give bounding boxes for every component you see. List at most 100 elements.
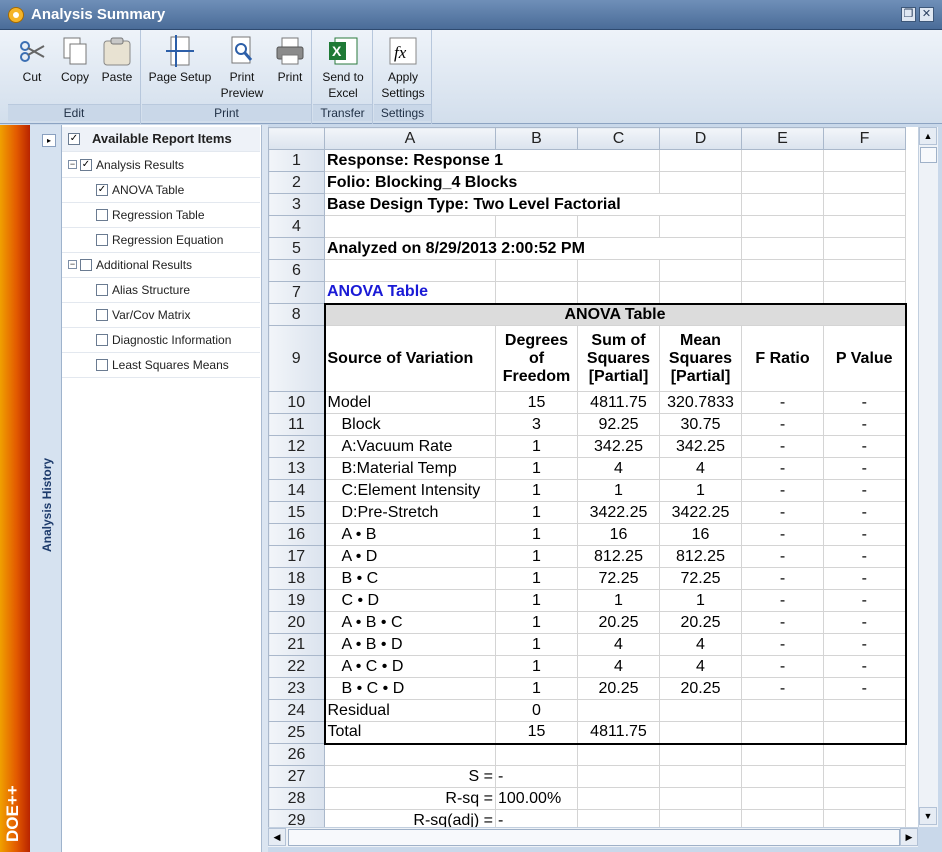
anova-cell[interactable]: 4811.75	[577, 391, 660, 414]
anova-cell[interactable]: 342.25	[659, 435, 742, 458]
cell[interactable]	[324, 743, 496, 766]
anova-cell[interactable]: 15	[495, 721, 578, 745]
cell[interactable]	[324, 215, 496, 238]
row-header[interactable]: 15	[268, 501, 325, 524]
anova-cell[interactable]: 1	[495, 589, 578, 612]
print-button[interactable]: Print	[270, 32, 310, 85]
anova-cell[interactable]: -	[823, 633, 907, 656]
anova-cell[interactable]: 4811.75	[577, 721, 660, 745]
anova-cell[interactable]: -	[741, 413, 824, 436]
anova-cell[interactable]: 3422.25	[577, 501, 660, 524]
anova-cell[interactable]: 1	[495, 435, 578, 458]
row-header[interactable]: 2	[268, 171, 325, 194]
horizontal-scrollbar[interactable]: ◀ ▶	[268, 827, 918, 847]
anova-cell[interactable]: -	[741, 677, 824, 700]
checkbox[interactable]	[96, 359, 108, 371]
header-checkbox[interactable]: ✓	[68, 133, 80, 145]
anova-cell[interactable]: -	[823, 567, 907, 590]
send-to-excel-button[interactable]: X Send to Excel	[317, 32, 369, 101]
tree-item-var-cov-matrix[interactable]: Var/Cov Matrix	[62, 303, 260, 328]
cell[interactable]	[577, 787, 660, 810]
cell[interactable]	[577, 809, 660, 827]
row-header[interactable]: 4	[268, 215, 325, 238]
cell[interactable]	[495, 259, 578, 282]
anova-cell[interactable]: Block	[323, 413, 496, 436]
row-header[interactable]: 17	[268, 545, 325, 568]
anova-cell[interactable]: A • C • D	[323, 655, 496, 678]
anova-cell[interactable]: 30.75	[659, 413, 742, 436]
vertical-scroll-thumb[interactable]	[920, 147, 937, 163]
anova-cell[interactable]: -	[823, 545, 907, 568]
cell[interactable]	[577, 259, 660, 282]
row-header[interactable]: 11	[268, 413, 325, 436]
apply-settings-button[interactable]: fx Apply Settings	[377, 32, 429, 101]
cell[interactable]	[741, 215, 824, 238]
anova-cell[interactable]: 1	[495, 457, 578, 480]
anova-cell[interactable]: 4	[659, 655, 742, 678]
anova-cell[interactable]: 4	[659, 457, 742, 480]
vertical-scrollbar[interactable]: ▲ ▼	[918, 127, 938, 827]
row-header[interactable]: 12	[268, 435, 325, 458]
row-header[interactable]: 25	[268, 721, 325, 744]
anova-cell[interactable]: D:Pre-Stretch	[323, 501, 496, 524]
anova-cell[interactable]: 4	[577, 457, 660, 480]
checkbox[interactable]: ✓	[80, 159, 92, 171]
anova-header-f-ratio[interactable]: F Ratio	[741, 325, 824, 392]
cell[interactable]	[577, 765, 660, 788]
anova-cell[interactable]: -	[741, 501, 824, 524]
anova-cell[interactable]: C • D	[323, 589, 496, 612]
row-header[interactable]: 9	[268, 325, 325, 392]
row-header[interactable]: 5	[268, 237, 325, 260]
anova-cell[interactable]: -	[741, 523, 824, 546]
cell[interactable]	[823, 765, 906, 788]
anova-cell[interactable]: -	[741, 435, 824, 458]
cell[interactable]	[823, 149, 906, 172]
anova-cell[interactable]: 20.25	[659, 677, 742, 700]
anova-cell[interactable]: 1	[577, 479, 660, 502]
cell[interactable]	[659, 787, 742, 810]
row-header[interactable]: 24	[268, 699, 325, 722]
cell[interactable]	[823, 237, 906, 260]
anova-cell[interactable]: A • B • D	[323, 633, 496, 656]
anova-cell[interactable]	[823, 699, 907, 722]
anova-cell[interactable]: B • C • D	[323, 677, 496, 700]
anova-cell[interactable]	[823, 721, 907, 745]
cell[interactable]	[741, 787, 824, 810]
row-header[interactable]: 13	[268, 457, 325, 480]
column-header[interactable]: B	[495, 127, 578, 150]
checkbox[interactable]: ✓	[96, 184, 108, 196]
anova-cell[interactable]	[741, 721, 824, 745]
stat-label-rsq-adj[interactable]: R-sq(adj) =	[324, 809, 496, 827]
anova-cell[interactable]: -	[741, 567, 824, 590]
scroll-right-arrow-icon[interactable]: ▶	[900, 828, 918, 846]
cell[interactable]	[823, 743, 906, 766]
row-header[interactable]: 26	[268, 743, 325, 766]
tree-item-regression-equation[interactable]: Regression Equation	[62, 228, 260, 253]
cell[interactable]	[659, 149, 742, 172]
row-header[interactable]: 8	[268, 303, 325, 326]
row-header[interactable]: 10	[268, 391, 325, 414]
anova-cell[interactable]: 72.25	[577, 567, 660, 590]
anova-cell[interactable]: C:Element Intensity	[323, 479, 496, 502]
anova-cell[interactable]: 1	[659, 589, 742, 612]
anova-cell[interactable]: 4	[577, 633, 660, 656]
anova-cell[interactable]: 3422.25	[659, 501, 742, 524]
cell[interactable]	[659, 171, 742, 194]
copy-button[interactable]: Copy	[55, 32, 95, 85]
anova-header-ms[interactable]: Mean Squares [Partial]	[659, 325, 742, 392]
checkbox[interactable]	[96, 284, 108, 296]
scroll-left-arrow-icon[interactable]: ◀	[268, 828, 286, 846]
tree-item-additional-results[interactable]: − Additional Results	[62, 253, 260, 278]
anova-cell[interactable]: 20.25	[577, 677, 660, 700]
horizontal-scroll-thumb[interactable]	[288, 829, 900, 846]
cell[interactable]	[741, 281, 824, 304]
anova-cell[interactable]: 1	[495, 545, 578, 568]
anova-header-source[interactable]: Source of Variation	[323, 325, 496, 392]
anova-cell[interactable]: -	[741, 545, 824, 568]
anova-cell[interactable]: 342.25	[577, 435, 660, 458]
anova-cell[interactable]: A • B	[323, 523, 496, 546]
collapse-icon[interactable]: −	[68, 160, 77, 169]
anova-cell[interactable]: A:Vacuum Rate	[323, 435, 496, 458]
cell[interactable]	[741, 193, 824, 216]
cell[interactable]	[823, 215, 906, 238]
